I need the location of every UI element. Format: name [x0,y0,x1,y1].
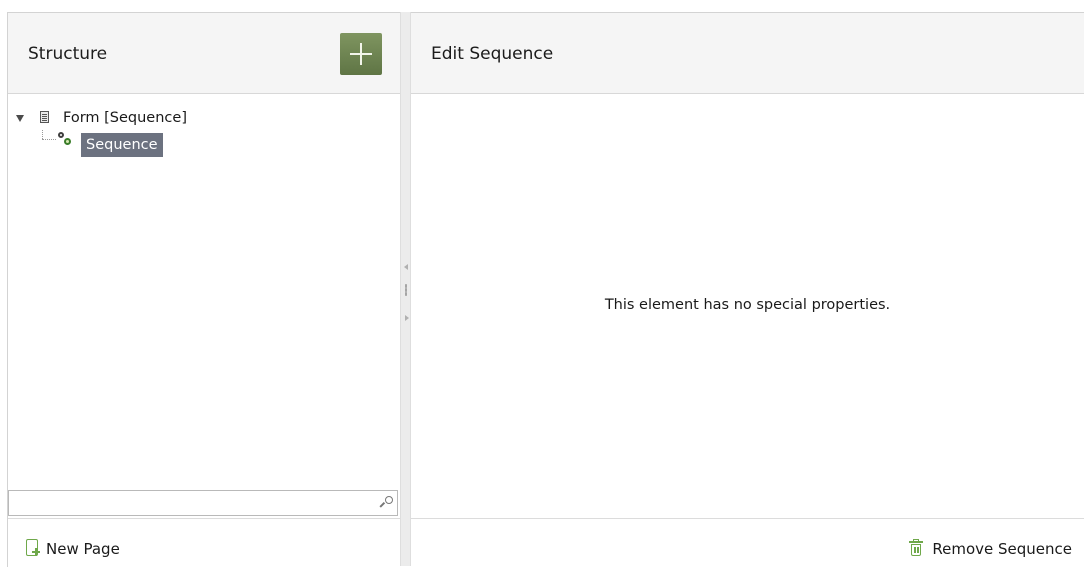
collapse-right-icon[interactable] [405,315,409,321]
search-icon[interactable] [379,496,393,510]
structure-tree: Form [Sequence] [8,94,401,489]
add-element-button[interactable] [340,33,382,75]
plus-icon-stroke [360,43,362,65]
remove-sequence-button[interactable]: Remove Sequence [908,537,1072,561]
panel-splitter[interactable] [400,12,411,566]
tree-item-sequence[interactable]: Sequence [81,133,163,157]
new-page-label: New Page [46,540,120,558]
trash-icon [908,539,924,557]
structure-footer: New Page [8,518,401,568]
remove-sequence-label: Remove Sequence [932,540,1072,558]
tree-search-field[interactable] [8,490,398,516]
tree-connector-branch [42,139,56,140]
expand-triangle-icon[interactable] [16,115,24,122]
form-icon [40,111,49,123]
collapse-left-icon[interactable] [404,264,408,270]
splitter-grip-icon[interactable] [405,284,407,296]
structure-header: Structure [8,13,401,94]
edit-panel: Edit Sequence This element has no specia… [411,12,1084,568]
no-properties-message: This element has no special properties. [604,297,891,313]
tree-search-input[interactable] [9,491,381,515]
tree-item-form-label: Form [Sequence] [63,110,187,126]
window-top-margin [0,0,1084,12]
structure-title: Structure [28,44,108,64]
edit-footer: Remove Sequence [411,518,1084,568]
edit-title: Edit Sequence [431,44,554,64]
sequence-gears-icon [58,132,72,146]
tree-connector-line [42,130,43,139]
edit-header: Edit Sequence [411,13,1084,94]
structure-panel: Structure Form [Sequence] Sequence New P… [7,12,401,568]
tree-item-form[interactable]: Form [Sequence] [8,108,388,145]
new-page-icon [25,539,41,557]
